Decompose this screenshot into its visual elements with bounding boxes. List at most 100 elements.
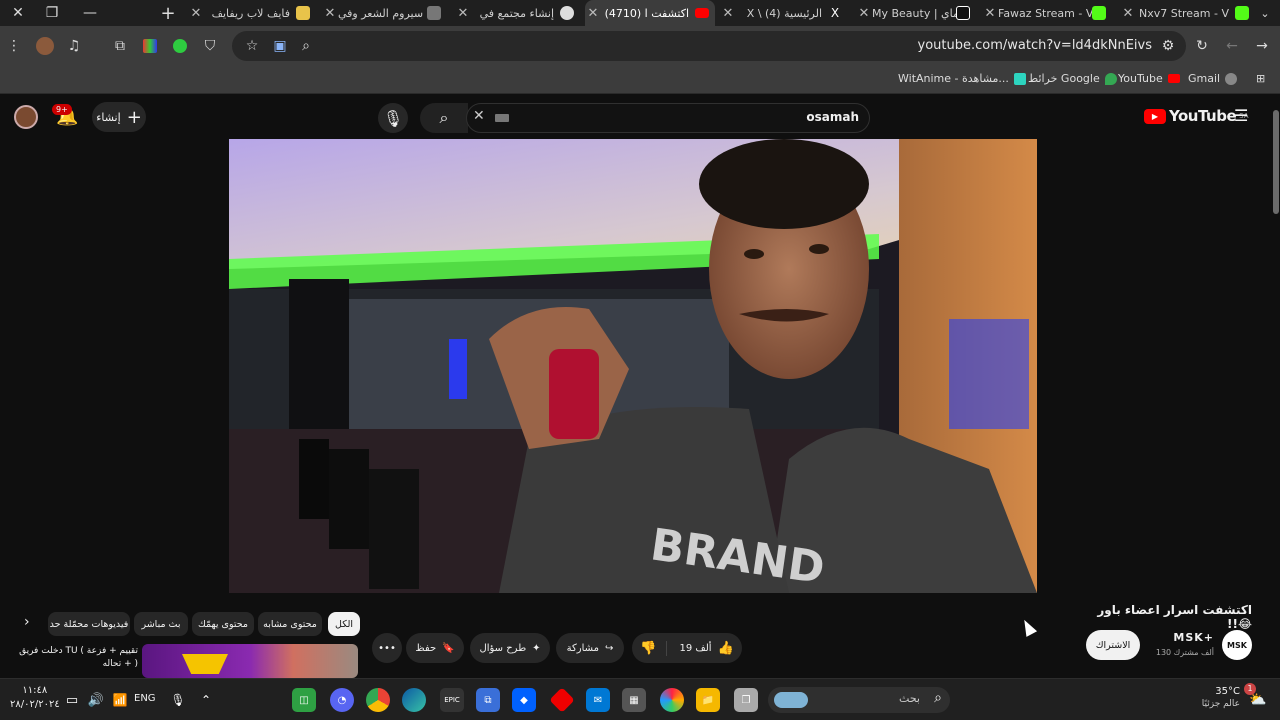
profile-avatar[interactable]	[33, 34, 57, 58]
edge-icon[interactable]	[402, 688, 426, 712]
tab-create-community[interactable]: ✕ إنشاء مجتمع في	[455, 0, 580, 26]
tab-search-chevron-down-icon[interactable]: ⌄	[1250, 0, 1280, 26]
reload-icon[interactable]: ↻	[1190, 34, 1214, 58]
copilot-icon[interactable]	[660, 688, 684, 712]
dropbox-icon[interactable]: ◆	[512, 688, 536, 712]
like-thumb-up-icon[interactable]: 👍	[718, 641, 734, 656]
chip-live[interactable]: بث مباشر	[134, 612, 188, 636]
android-app-icon[interactable]: ◫	[292, 688, 316, 712]
chip-recently-uploaded[interactable]: فيديوهات محمّلة حد	[48, 612, 130, 636]
plus-icon: +	[126, 106, 142, 128]
tab-close-icon[interactable]: ✕	[322, 6, 338, 21]
site-settings-icon[interactable]: ⚙	[1156, 34, 1180, 58]
tab-nxv7-stream[interactable]: ✕ Nxv7 Stream - V	[1120, 0, 1255, 26]
window-minimize-button[interactable]: —	[72, 0, 108, 26]
epic-games-icon[interactable]: EPIC	[440, 688, 464, 712]
tab-title: X \ (4) الرئيسية	[746, 6, 822, 20]
youtube-logo[interactable]: ▶ YouTube SA	[1144, 107, 1249, 125]
windows-taskbar: ١١:٤٨ ٢٨/٠٢/٢٠٢٤ ▭ 🔊 📶 ENG 🎙 ⌃ ◫ ◔ EPIC …	[0, 678, 1280, 720]
kick-favicon-icon	[1235, 6, 1249, 20]
channel-name[interactable]: MSK+	[1150, 631, 1214, 644]
tab-close-icon[interactable]: ✕	[1120, 6, 1136, 21]
file-explorer-icon[interactable]: 📁	[696, 688, 720, 712]
bookmark-google-maps[interactable]: خرائط Google	[1028, 72, 1117, 85]
channel-avatar[interactable]: MSK	[1222, 630, 1252, 660]
extension-icon[interactable]	[138, 34, 162, 58]
store-icon[interactable]: ▦	[622, 688, 646, 712]
menu-kebab-icon[interactable]: ⋮	[2, 34, 26, 58]
like-count: 19 ألف	[679, 642, 712, 654]
video-player[interactable]: BRAND	[229, 139, 1037, 593]
dislike-button[interactable]: 👎	[640, 640, 668, 656]
tab-my-beauty[interactable]: ✕ My Beauty | ماي	[856, 0, 976, 26]
media-control-icon[interactable]: ♫	[62, 34, 86, 58]
mail-icon[interactable]: ✉	[586, 688, 610, 712]
bookmark-witanime[interactable]: WitAnime - مشاهدة...	[898, 72, 1026, 85]
tab-fawaz-stream[interactable]: ✕ Fawaz Stream - V	[982, 0, 1112, 26]
tab-close-icon[interactable]: ✕	[188, 6, 204, 21]
back-arrow-icon[interactable]: →	[1250, 34, 1274, 58]
app-icon[interactable]: ⧉	[476, 688, 500, 712]
red-app-icon[interactable]	[549, 687, 575, 713]
bookmark-star-icon[interactable]: ☆	[240, 34, 264, 58]
bookmark-youtube[interactable]: YouTube	[1118, 72, 1180, 85]
new-tab-button[interactable]: +	[150, 0, 186, 26]
subscribe-button[interactable]: الاشتراك	[1086, 630, 1140, 660]
tab-close-icon[interactable]: ✕	[856, 6, 872, 21]
create-button[interactable]: إنشاء +	[92, 102, 146, 132]
keyboard-icon[interactable]	[495, 114, 509, 122]
save-button[interactable]: حفظ 🔖	[406, 633, 464, 663]
tab-close-icon[interactable]: ✕	[585, 6, 601, 21]
more-actions-icon[interactable]: •••	[372, 633, 402, 663]
microphone-icon[interactable]: 🎙	[166, 688, 190, 712]
tab-close-icon[interactable]: ✕	[455, 6, 471, 21]
search-input[interactable]: ✕ osamah	[466, 103, 870, 133]
adblock-shield-icon[interactable]	[168, 34, 192, 58]
task-view-icon[interactable]: ❐	[734, 688, 758, 712]
weather-widget[interactable]: 35°C	[1200, 685, 1240, 699]
window-close-button[interactable]: ✕	[0, 0, 36, 26]
tab-close-icon[interactable]: ✕	[720, 6, 736, 21]
zoom-icon[interactable]: ⌕	[294, 34, 318, 58]
voice-search-mic-icon[interactable]: 🎙	[378, 103, 408, 133]
account-avatar[interactable]	[14, 105, 38, 129]
share-button[interactable]: مشاركة ↪	[556, 633, 624, 663]
bookmark-label: YouTube	[1118, 72, 1163, 85]
cast-icon[interactable]: ▣	[268, 34, 292, 58]
bookmark-gmail[interactable]: Gmail	[1188, 72, 1238, 85]
battery-icon[interactable]: ▭	[60, 688, 84, 712]
chip-for-you[interactable]: محتوى يهمّك	[192, 612, 254, 636]
extensions-puzzle-icon[interactable]: ⧉	[108, 34, 132, 58]
recommended-video-title[interactable]: دخلت فريق TU ( تقييم + فزعة + تحاله )	[14, 645, 138, 671]
tab-five-lab[interactable]: ✕ فايف لاب ريفايف	[188, 0, 316, 26]
tab-x-home[interactable]: ✕ X \ (4) الرئيسية X	[720, 0, 848, 26]
tab-close-icon[interactable]: ✕	[982, 6, 998, 21]
ask-question-button[interactable]: طرح سؤال ✦	[470, 633, 550, 663]
window-restore-button[interactable]: ❐	[34, 0, 70, 26]
start-windows-icon[interactable]	[960, 688, 984, 712]
youtube-play-icon: ▶	[1144, 108, 1166, 124]
discord-icon[interactable]: ◔	[330, 688, 354, 712]
search-button[interactable]: ⌕	[420, 103, 468, 133]
chip-related[interactable]: محتوى مشابه	[258, 612, 322, 636]
youtube-favicon-icon	[695, 8, 709, 18]
wifi-icon[interactable]: 📶	[108, 688, 132, 712]
taskbar-search-box[interactable]: بحث ⌕	[768, 687, 950, 713]
recommended-video-thumbnail[interactable]	[142, 644, 358, 678]
guide-menu-icon[interactable]: ☰	[1234, 106, 1248, 125]
shield-icon[interactable]: ⛉	[198, 34, 222, 58]
scrollbar-thumb[interactable]	[1273, 110, 1279, 214]
chip-all[interactable]: الكل	[328, 612, 360, 636]
forward-arrow-icon[interactable]: ←	[1220, 34, 1244, 58]
tab-youtube-active[interactable]: ✕ (4710) اكتشفت ا	[585, 0, 715, 26]
chrome-icon[interactable]	[366, 688, 390, 712]
volume-icon[interactable]: 🔊	[84, 688, 108, 712]
chips-next-chevron-icon[interactable]: ›	[24, 614, 30, 630]
clear-search-close-icon[interactable]: ✕	[473, 108, 485, 124]
tab-hair-serum[interactable]: ✕ سيروم الشعر وفي	[322, 0, 447, 26]
show-hidden-icons-chevron-icon[interactable]: ⌃	[194, 688, 218, 712]
address-bar[interactable]: ☆ ▣ ⌕ youtube.com/watch?v=ld4dkNnEivs ⚙	[232, 31, 1186, 61]
input-language[interactable]: ENG	[134, 693, 156, 704]
clock[interactable]: ١١:٤٨ ٢٨/٠٢/٢٠٢٤	[10, 684, 60, 712]
apps-grid-icon[interactable]: ⊞	[1256, 72, 1265, 85]
